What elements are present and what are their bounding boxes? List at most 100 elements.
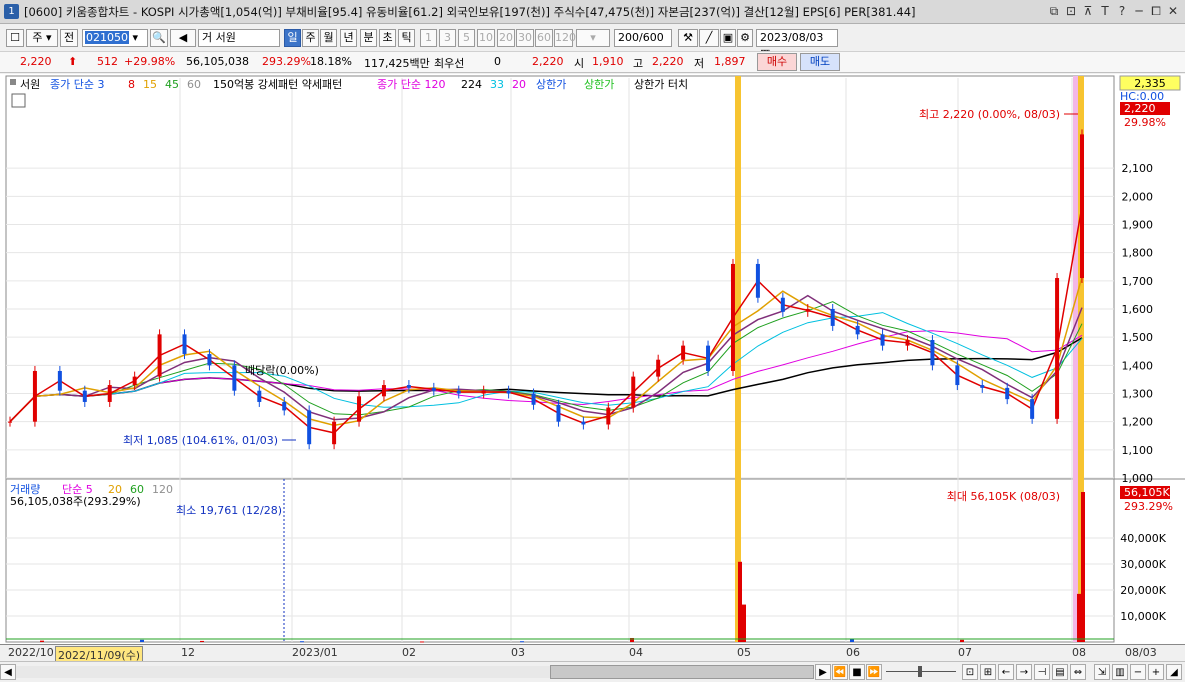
xlabel-7: 06 — [846, 646, 860, 659]
minimize-icon[interactable]: ─ — [1131, 3, 1147, 19]
menu-icon[interactable]: ☐ — [6, 29, 24, 47]
type-label: 주 — [32, 31, 43, 44]
close-icon[interactable]: ✕ — [1165, 3, 1181, 19]
period-minute[interactable]: 분 — [360, 29, 377, 47]
sell-button[interactable]: 매도 — [800, 53, 840, 71]
candle-body — [357, 396, 362, 422]
lock-icon[interactable]: ▤ — [1052, 664, 1068, 680]
period-second[interactable]: 초 — [379, 29, 396, 47]
scroll-track[interactable] — [16, 666, 550, 678]
grid-toggle-icon — [11, 93, 26, 108]
legend-upper: 상한가 — [536, 78, 566, 91]
interval-3[interactable]: 3 — [439, 29, 456, 47]
legend-ma-45: 45 — [165, 78, 179, 91]
zoom-slider-handle[interactable] — [918, 666, 922, 677]
toggle-icon[interactable]: ⇔ — [1070, 664, 1086, 680]
interval-1[interactable]: 1 — [420, 29, 437, 47]
volume-pct: 293.29% — [262, 55, 311, 68]
candle-body — [955, 365, 960, 386]
stop-icon[interactable]: ■ — [849, 664, 865, 680]
volume-tick: 10,000K — [1120, 610, 1166, 623]
chart-type-icon[interactable]: ╱ — [699, 29, 719, 47]
zoom-in-icon[interactable]: + — [1148, 664, 1164, 680]
candle-body — [830, 309, 835, 326]
cascade-icon[interactable]: ⧉ — [1046, 3, 1062, 19]
scroll-right-icon[interactable]: ▶ — [815, 664, 831, 680]
candle-body — [282, 401, 287, 411]
buy-button[interactable]: 매수 — [757, 53, 797, 71]
rewind-icon[interactable]: ⏪ — [832, 664, 848, 680]
volume-tick: 40,000K — [1120, 532, 1166, 545]
interval-10[interactable]: 10 — [477, 29, 495, 47]
forward-icon[interactable]: ⏩ — [866, 664, 882, 680]
save-icon[interactable]: ▣ — [720, 29, 736, 47]
interval-20[interactable]: 20 — [497, 29, 515, 47]
interval-5[interactable]: 5 — [458, 29, 475, 47]
low-annotation: 최저 1,085 (104.61%, 01/03) — [123, 434, 278, 447]
interval-custom[interactable]: ▾ — [576, 29, 610, 47]
period-day[interactable]: 일 — [284, 29, 301, 47]
sound-icon[interactable]: ◀ — [170, 29, 196, 47]
dividend-annotation: 배당락(0.00%) — [245, 364, 319, 377]
interval-120[interactable]: 120 — [554, 29, 576, 47]
settings-icon[interactable]: ⚒ — [678, 29, 698, 47]
count-field[interactable]: 200/600 — [614, 29, 672, 47]
period-week[interactable]: 주 — [302, 29, 319, 47]
xlabel-5: 04 — [629, 646, 643, 659]
legend-name: 서원 — [20, 78, 40, 91]
interval-30[interactable]: 30 — [516, 29, 534, 47]
gear-icon[interactable]: ⚙ — [737, 29, 753, 47]
scroll-thumb[interactable] — [550, 665, 814, 679]
period-year[interactable]: 년 — [340, 29, 357, 47]
pan-right-icon[interactable]: → — [1016, 664, 1032, 680]
zoom-reset-icon[interactable]: ⊡ — [962, 664, 978, 680]
font-icon[interactable]: T — [1097, 3, 1113, 19]
prev-button[interactable]: 전 — [60, 29, 78, 47]
volume-pct-text: 293.29% — [1124, 500, 1173, 513]
count-total: /600 — [639, 31, 664, 44]
current-price-2: 2,220 — [532, 55, 564, 68]
date-field[interactable]: 2023/08/03 ▦ — [756, 29, 838, 60]
scroll-left-icon[interactable]: ◀ — [0, 664, 16, 680]
restore-icon[interactable]: ⊡ — [1063, 3, 1079, 19]
settings-small-icon[interactable]: ▥ — [1112, 664, 1128, 680]
legend-ma-label: 종가 단순 3 — [50, 78, 104, 91]
period-tick[interactable]: 틱 — [398, 29, 415, 47]
scroll-end-icon[interactable]: ◢ — [1166, 664, 1182, 680]
candle-body — [406, 385, 411, 388]
last-pct-text: 29.98% — [1124, 116, 1166, 129]
zoom-out-icon[interactable]: − — [1130, 664, 1146, 680]
price-chart[interactable]: 1,000 1,100 1,200 1,300 1,400 1,500 1,600 1,700… — [0, 74, 1185, 644]
legend-ma2-label: 종가 단순 120 — [377, 78, 445, 91]
open-label: 시 — [574, 57, 585, 70]
price-bar: 2,220 ⬆ 512 +29.98% 56,105,038 293.29% 1… — [0, 51, 1185, 73]
open-value: 1,910 — [592, 55, 624, 68]
candle-body — [755, 263, 760, 298]
expand-icon[interactable]: ⇲ — [1094, 664, 1110, 680]
trade-amount: 117,425백만 — [364, 57, 430, 70]
interval-60[interactable]: 60 — [535, 29, 553, 47]
ruler-icon[interactable]: ⊣ — [1034, 664, 1050, 680]
toolbar: ☐ 주 ▾ 전 021050 ▾ 🔍 ◀ 거 서원 일 주 월 년 분 초 틱 … — [0, 26, 1185, 60]
vol-min-annotation: 최소 19,761 (12/28) — [176, 504, 282, 517]
candle-body — [57, 370, 62, 391]
candle-body — [456, 390, 461, 394]
price-tick: 1,100 — [1122, 444, 1154, 457]
type-select[interactable]: 주 ▾ — [26, 29, 58, 47]
stock-name-field[interactable]: 거 서원 — [198, 29, 280, 47]
low-label: 저 — [694, 57, 705, 70]
search-icon[interactable]: 🔍 — [150, 29, 168, 47]
last-price-text: 2,220 — [1124, 102, 1156, 115]
legend-ma2-33: 33 — [490, 78, 504, 91]
screen-number[interactable]: 1 — [4, 4, 19, 19]
code-input[interactable]: 021050 ▾ — [82, 29, 148, 47]
pin-icon[interactable]: ⊼ — [1080, 3, 1096, 19]
up-arrow-icon: ⬆ — [68, 55, 78, 68]
volume-bars — [6, 492, 1114, 643]
fit-icon[interactable]: ⊞ — [980, 664, 996, 680]
pan-left-icon[interactable]: ← — [998, 664, 1014, 680]
help-icon[interactable]: ? — [1114, 3, 1130, 19]
period-month[interactable]: 월 — [320, 29, 337, 47]
maximize-icon[interactable]: ⧠ — [1148, 3, 1164, 19]
chart-area[interactable]: 1,000 1,100 1,200 1,300 1,400 1,500 1,600 1,700… — [0, 74, 1185, 644]
